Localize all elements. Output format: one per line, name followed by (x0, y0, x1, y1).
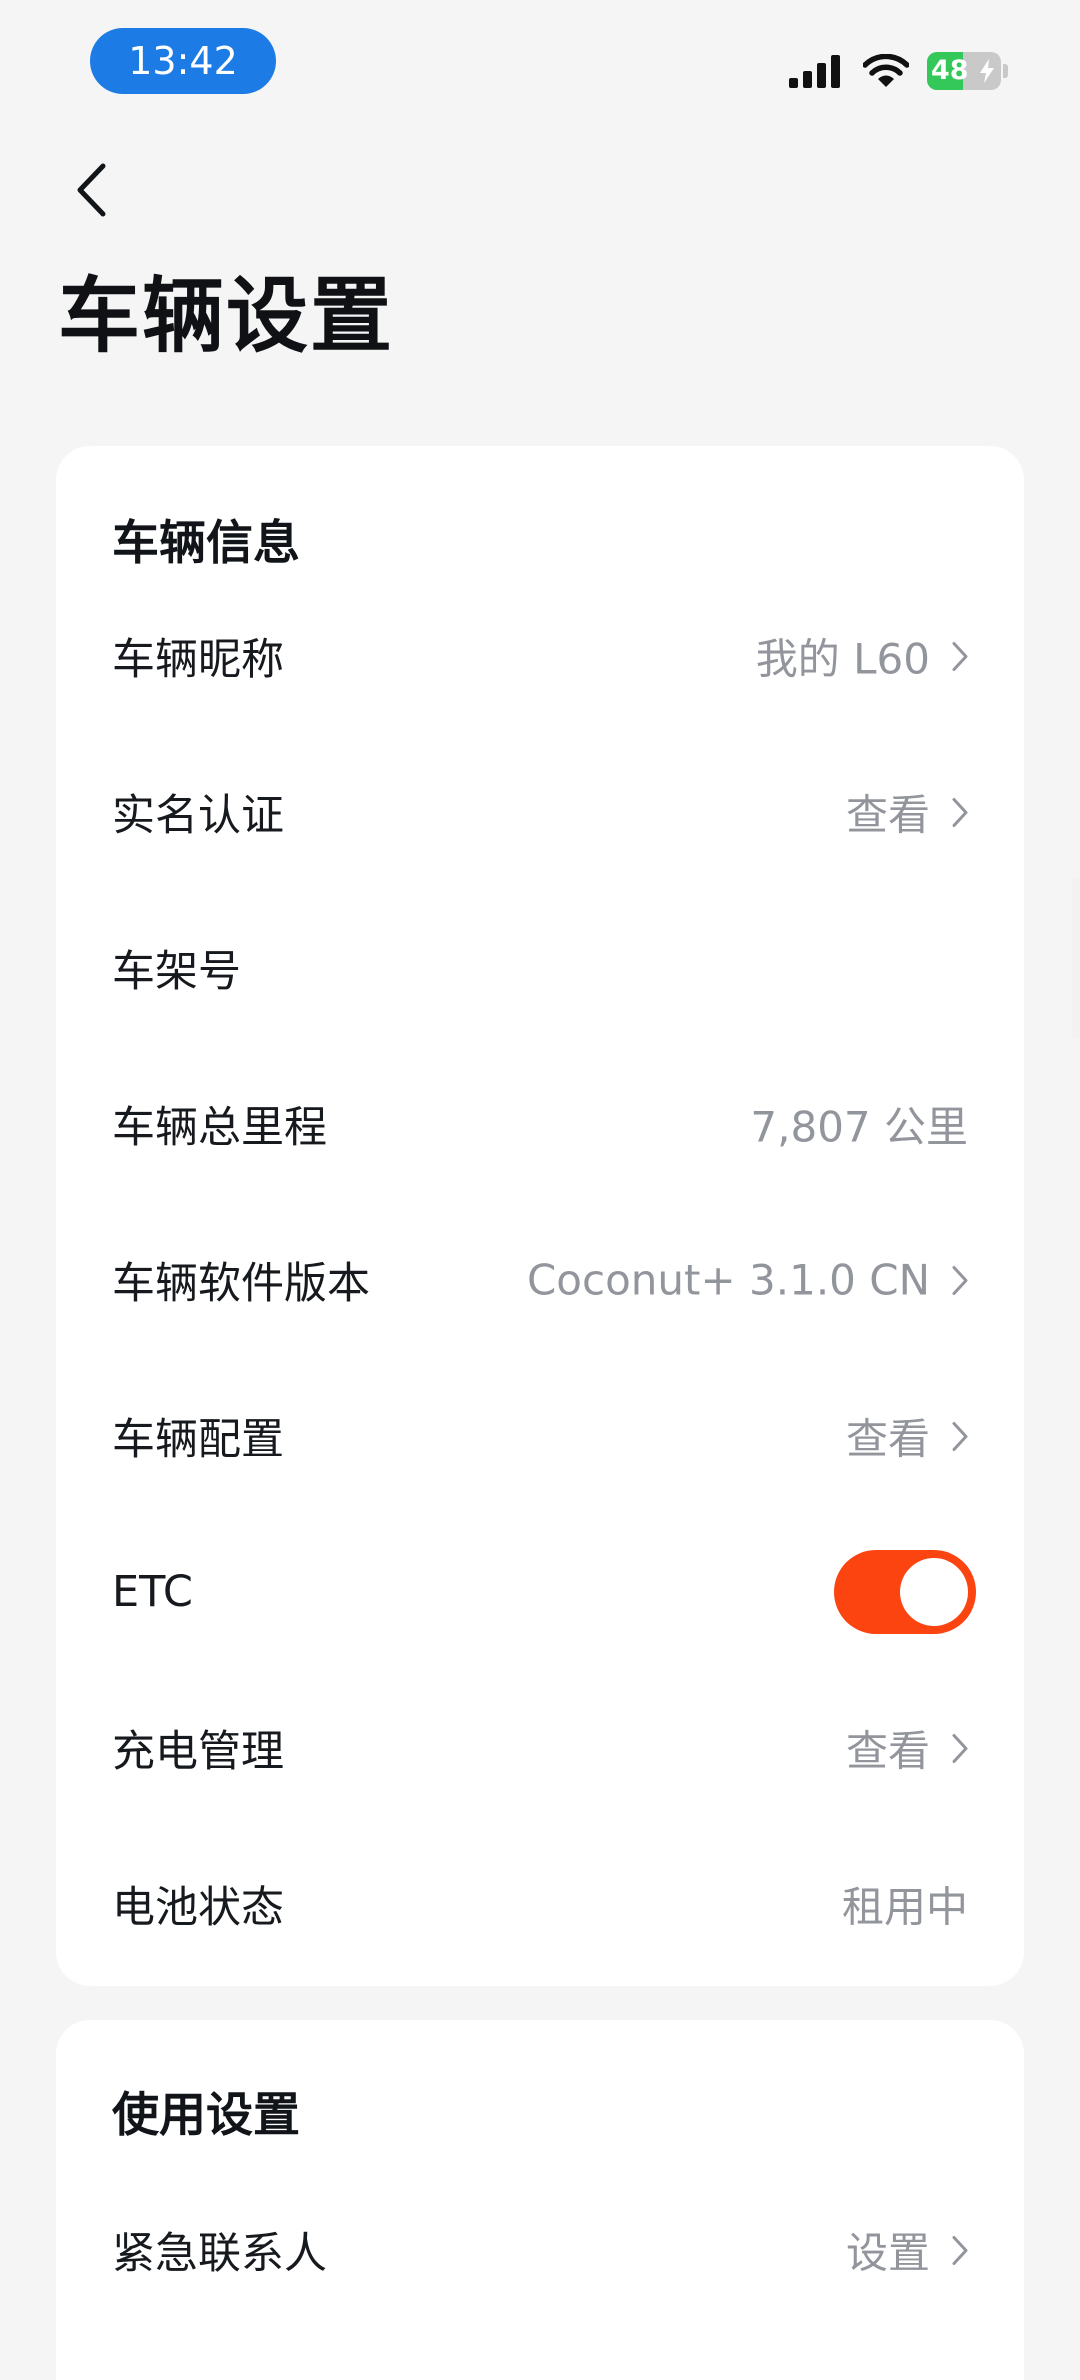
battery-icon: 48 (927, 52, 1001, 90)
row-label: 电池状态 (112, 1883, 284, 1933)
real-name-auth-row[interactable]: 实名认证 查看 (56, 734, 1024, 890)
usage-settings-card: 使用设置 紧急联系人 设置 (56, 2020, 1024, 2380)
battery-status-row: 电池状态 租用中 (56, 1826, 1024, 1982)
row-value: 查看 (845, 1414, 930, 1464)
chevron-right-icon (952, 1733, 968, 1763)
chevron-right-icon (952, 797, 968, 827)
chevron-right-icon (952, 2235, 968, 2265)
total-mileage-row: 车辆总里程 7,807 公里 (56, 1046, 1024, 1202)
toggle-knob (900, 1558, 968, 1626)
wifi-icon (863, 54, 909, 87)
row-value: 我的 L60 (755, 634, 930, 684)
row-label: 车辆昵称 (112, 635, 284, 685)
row-value: Coconut+ 3.1.0 CN (526, 1255, 930, 1305)
vehicle-config-row[interactable]: 车辆配置 查看 (56, 1358, 1024, 1514)
status-time: 13:42 (90, 28, 276, 94)
row-label: 车辆总里程 (112, 1103, 327, 1153)
status-bar: 13:42 48 (0, 0, 1080, 130)
vehicle-info-title: 车辆信息 (112, 516, 300, 571)
vin-row: 车架号 (56, 890, 1024, 1046)
chevron-right-icon (952, 1265, 968, 1295)
page-title: 车辆设置 (58, 269, 395, 364)
battery-level: 48 (931, 55, 969, 86)
row-value: 设置 (845, 2228, 930, 2278)
row-label: 充电管理 (112, 1727, 284, 1777)
charging-management-row[interactable]: 充电管理 查看 (56, 1670, 1024, 1826)
battery-nub (1003, 64, 1008, 78)
row-value: 查看 (845, 790, 930, 840)
software-version-row[interactable]: 车辆软件版本 Coconut+ 3.1.0 CN (56, 1202, 1024, 1358)
back-arrow-icon (77, 163, 106, 217)
scroll-indicator (1072, 878, 1080, 1038)
row-value: 租用中 (841, 1882, 968, 1932)
chevron-right-icon (952, 641, 968, 671)
row-label: 紧急联系人 (112, 2229, 327, 2279)
row-label: 车辆软件版本 (112, 1259, 370, 1309)
emergency-contact-row[interactable]: 紧急联系人 设置 (56, 2172, 1024, 2328)
row-value: 7,807 公里 (750, 1102, 968, 1152)
etc-row: ETC (56, 1514, 1024, 1670)
chevron-right-icon (952, 1421, 968, 1451)
vehicle-nickname-row[interactable]: 车辆昵称 我的 L60 (56, 578, 1024, 734)
row-label: 车辆配置 (112, 1415, 284, 1465)
etc-toggle[interactable] (834, 1550, 976, 1634)
row-label: ETC (112, 1567, 193, 1617)
usage-settings-title: 使用设置 (112, 2088, 300, 2143)
status-icons: 48 (789, 46, 1008, 96)
row-label: 车架号 (112, 947, 241, 997)
back-button[interactable] (56, 150, 126, 230)
row-label: 实名认证 (112, 791, 284, 841)
row-value: 查看 (845, 1726, 930, 1776)
charging-bolt-icon (980, 59, 994, 83)
vehicle-info-card: 车辆信息 车辆昵称 我的 L60 实名认证 查看 车架号 车辆总里程 7,807… (56, 446, 1024, 1986)
signal-icon (789, 55, 840, 88)
